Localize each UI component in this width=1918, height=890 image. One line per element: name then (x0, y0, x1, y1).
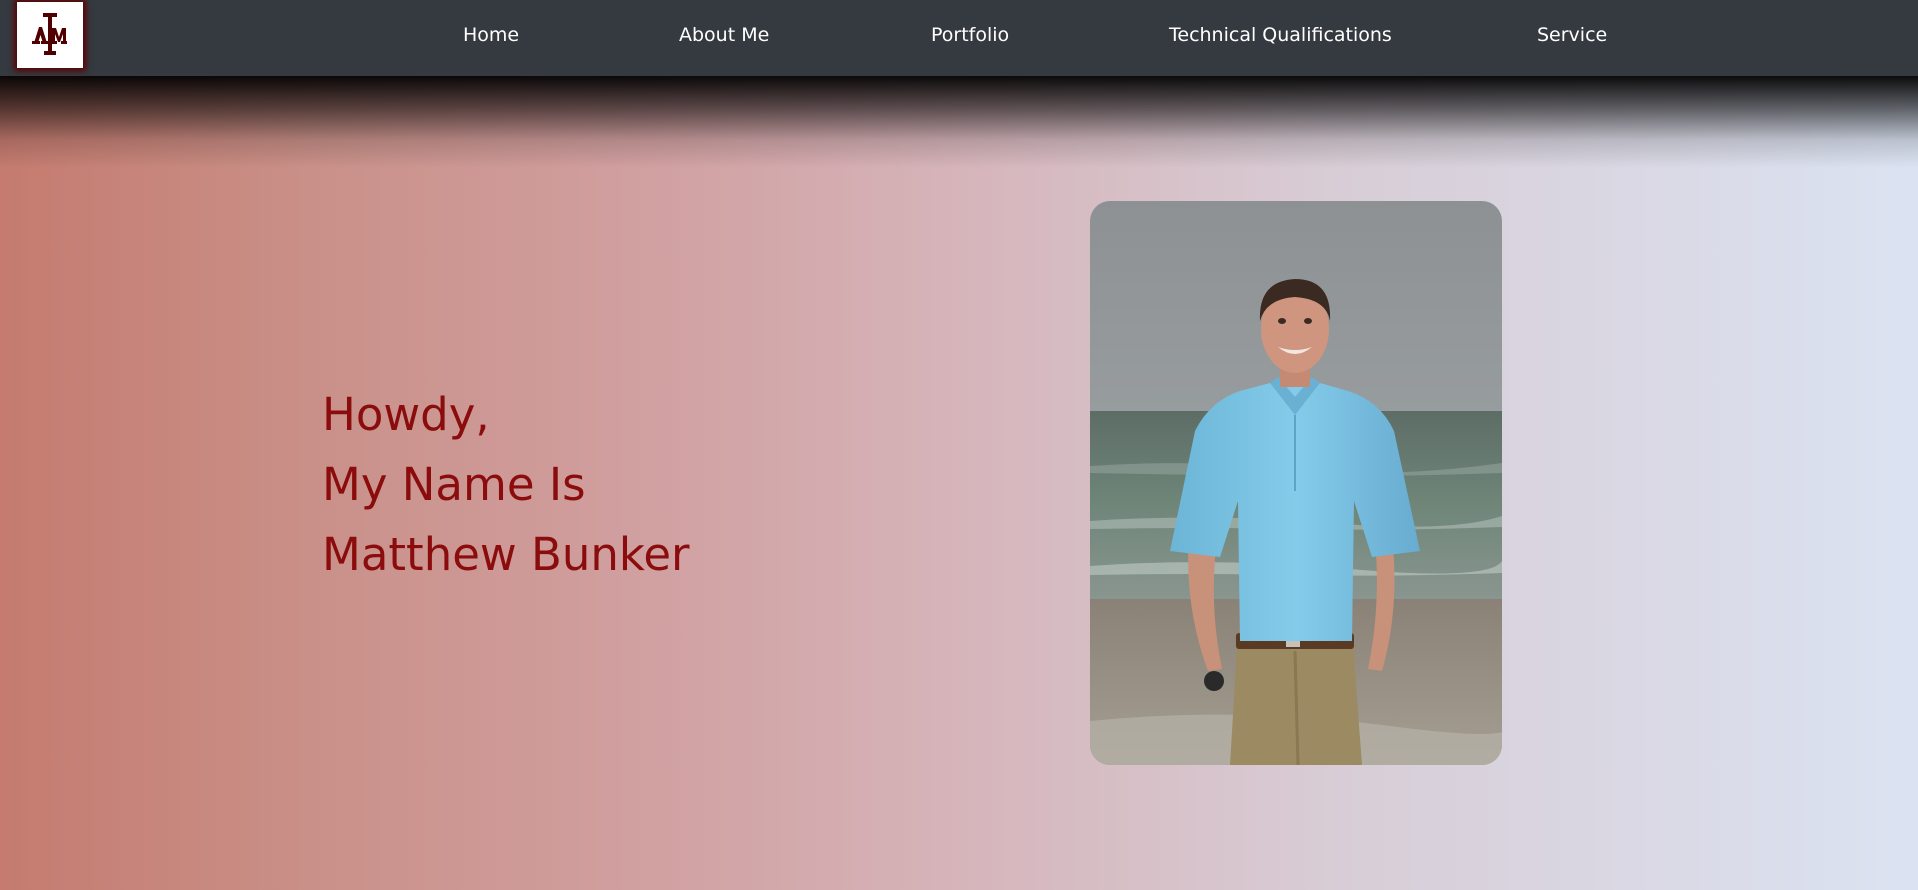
hero-greeting: Howdy, (322, 388, 490, 441)
nav-portfolio[interactable]: Portfolio (931, 23, 1009, 47)
atm-logo-icon (32, 13, 67, 55)
profile-photo (1090, 201, 1502, 765)
nav-technical-qualifications[interactable]: Technical Qualifications (1169, 23, 1392, 47)
hero-name: Matthew Bunker (322, 528, 690, 581)
page: Home About Me Portfolio Technical Qualif… (0, 0, 1918, 890)
hero-heading: Howdy, My Name Is Matthew Bunker (322, 380, 690, 590)
nav-about-me[interactable]: About Me (679, 23, 769, 47)
profile-photo-image (1090, 201, 1502, 765)
navbar: Home About Me Portfolio Technical Qualif… (0, 0, 1918, 76)
nav-home[interactable]: Home (463, 23, 519, 47)
nav-service[interactable]: Service (1537, 23, 1607, 47)
logo-link[interactable] (17, 2, 83, 68)
hero-intro: My Name Is (322, 458, 586, 511)
